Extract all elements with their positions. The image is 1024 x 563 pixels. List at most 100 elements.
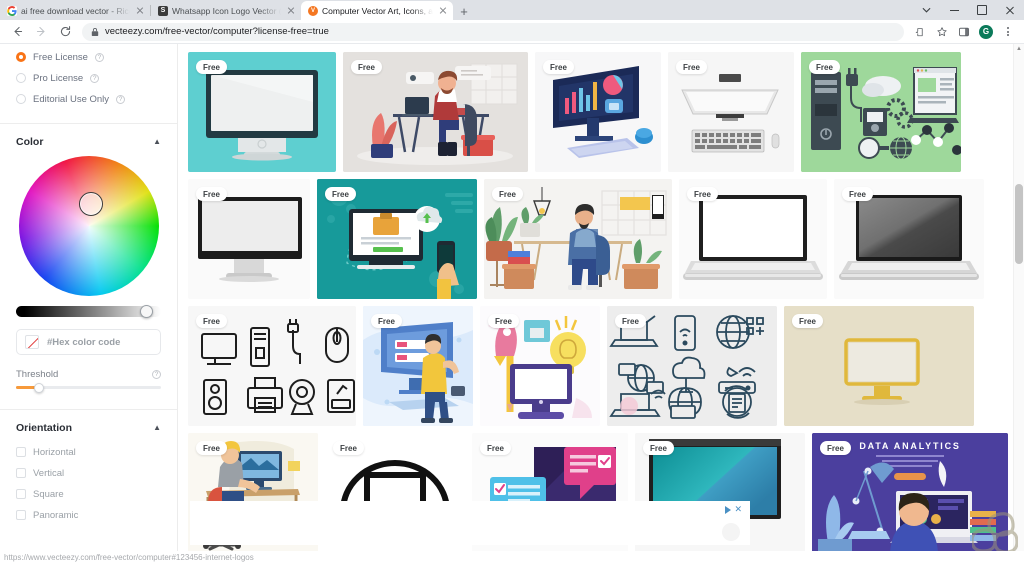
reload-button[interactable] [54,21,76,43]
page-scrollbar[interactable]: ▲ [1013,44,1024,563]
threshold-slider-handle[interactable] [34,382,44,393]
radio-icon[interactable] [16,94,26,104]
result-card[interactable]: Free [801,52,961,172]
orientation-option-vertical[interactable]: Vertical [16,465,161,481]
free-badge: Free [196,314,227,328]
checkbox-icon[interactable] [16,510,26,520]
free-badge: Free [842,187,873,201]
result-card[interactable]: Free [188,52,336,172]
status-bar-url: https://www.vecteezy.com/free-vector/com… [4,552,254,562]
result-card[interactable]: Free [607,306,777,426]
orientation-section-header[interactable]: Orientation ▲ [16,410,161,438]
vecteezy-leaf-watermark-icon [970,508,1019,557]
minimize-button[interactable] [940,0,968,20]
browser-tab-3-active[interactable]: V Computer Vector Art, Icons, and [301,1,453,20]
radio-icon-selected[interactable] [16,52,26,62]
color-section-title: Color [16,136,44,148]
address-bar[interactable]: vecteezy.com/free-vector/computer?licens… [82,22,904,41]
help-icon[interactable]: ? [152,370,161,379]
checkbox-icon[interactable] [16,447,26,457]
result-card[interactable]: Free [317,179,477,299]
free-badge: Free [371,314,402,328]
threshold-slider[interactable] [16,382,161,393]
scrollbar-thumb[interactable] [1015,184,1023,264]
free-badge: Free [351,60,382,74]
google-favicon-icon [7,5,17,16]
radio-icon[interactable] [16,73,26,83]
checkbox-icon[interactable] [16,489,26,499]
result-card[interactable]: Free [679,179,827,299]
hex-color-input[interactable]: #Hex color code [16,329,161,355]
chevron-down-icon[interactable] [912,0,940,20]
free-badge: Free [687,187,718,201]
luminance-slider-handle[interactable] [140,304,153,318]
orientation-option-horizontal[interactable]: Horizontal [16,444,161,460]
license-option-free[interactable]: Free License ? [16,49,161,65]
results-row: Free Free Free Free Free [188,179,1012,299]
tab-close-icon[interactable] [285,5,296,16]
result-card[interactable]: Free [668,52,794,172]
free-badge: Free [196,187,227,201]
share-icon[interactable] [910,22,930,42]
profile-avatar[interactable]: G [976,22,996,42]
orientation-option-label: Panoramic [33,509,79,521]
checkbox-icon[interactable] [16,468,26,478]
forward-button[interactable] [30,21,52,43]
favicon-letter: S [160,7,166,14]
license-option-pro[interactable]: Pro License ? [16,70,161,86]
tab-close-icon[interactable] [437,5,448,16]
orientation-option-panoramic[interactable]: Panoramic [16,507,161,523]
license-option-label: Free License [33,51,88,63]
chevron-up-icon[interactable]: ▲ [153,138,161,146]
color-wheel-container[interactable] [16,152,161,302]
orientation-option-square[interactable]: Square [16,486,161,502]
color-section-header[interactable]: Color ▲ [16,124,161,152]
result-card[interactable]: Free [484,179,672,299]
result-card[interactable]: Free [343,52,528,172]
ad-banner-overlay[interactable]: ✕ [190,501,750,545]
close-window-button[interactable] [996,0,1024,20]
help-icon[interactable]: ? [90,73,100,83]
avatar-initial: G [982,27,990,36]
result-card[interactable]: Free [784,306,974,426]
free-badge: Free [196,441,227,455]
result-card[interactable]: Free [188,179,310,299]
orientation-option-label: Horizontal [33,446,76,458]
tab-close-icon[interactable] [134,5,145,16]
free-badge: Free [492,187,523,201]
no-color-swatch-icon[interactable] [25,335,39,349]
ad-close-icon[interactable]: ✕ [734,505,742,514]
window-controls [912,0,1024,20]
menu-dots [1007,27,1009,36]
star-icon[interactable] [932,22,952,42]
result-card[interactable]: Free [834,179,984,299]
chevron-up-icon[interactable]: ▲ [153,424,161,432]
browser-tab-1[interactable]: ai free download vector - Ricerca [0,1,150,20]
adchoices-icon [725,505,732,514]
free-badge: Free [543,60,574,74]
browser-tab-2[interactable]: S Whatsapp Icon Logo Vector (.AI) [151,1,301,20]
maximize-button[interactable] [968,0,996,20]
result-card[interactable]: Free [188,306,356,426]
orientation-options: Horizontal Vertical Square Panoramic [16,438,161,523]
adchoices-control[interactable]: ✕ [725,505,742,514]
three-dot-menu-icon[interactable] [998,22,1018,42]
page-content: Free License ? Pro License ? Editorial U… [0,44,1024,563]
license-option-editorial[interactable]: Editorial Use Only ? [16,91,161,107]
free-badge: Free [325,187,356,201]
help-icon[interactable]: ? [116,94,126,104]
free-badge: Free [196,60,227,74]
new-tab-button[interactable]: + [453,2,475,20]
luminance-slider[interactable] [16,304,161,318]
scrollbar-up-arrow[interactable]: ▲ [1016,46,1022,52]
free-badge: Free [792,314,823,328]
color-wheel-handle[interactable] [78,192,103,216]
result-card[interactable]: Free [535,52,661,172]
side-panel-icon[interactable] [954,22,974,42]
result-card[interactable]: Free [480,306,600,426]
help-icon[interactable]: ? [94,52,104,62]
free-badge: Free [488,314,519,328]
color-wheel[interactable] [18,156,159,296]
back-button[interactable] [6,21,28,43]
result-card[interactable]: Free [363,306,473,426]
